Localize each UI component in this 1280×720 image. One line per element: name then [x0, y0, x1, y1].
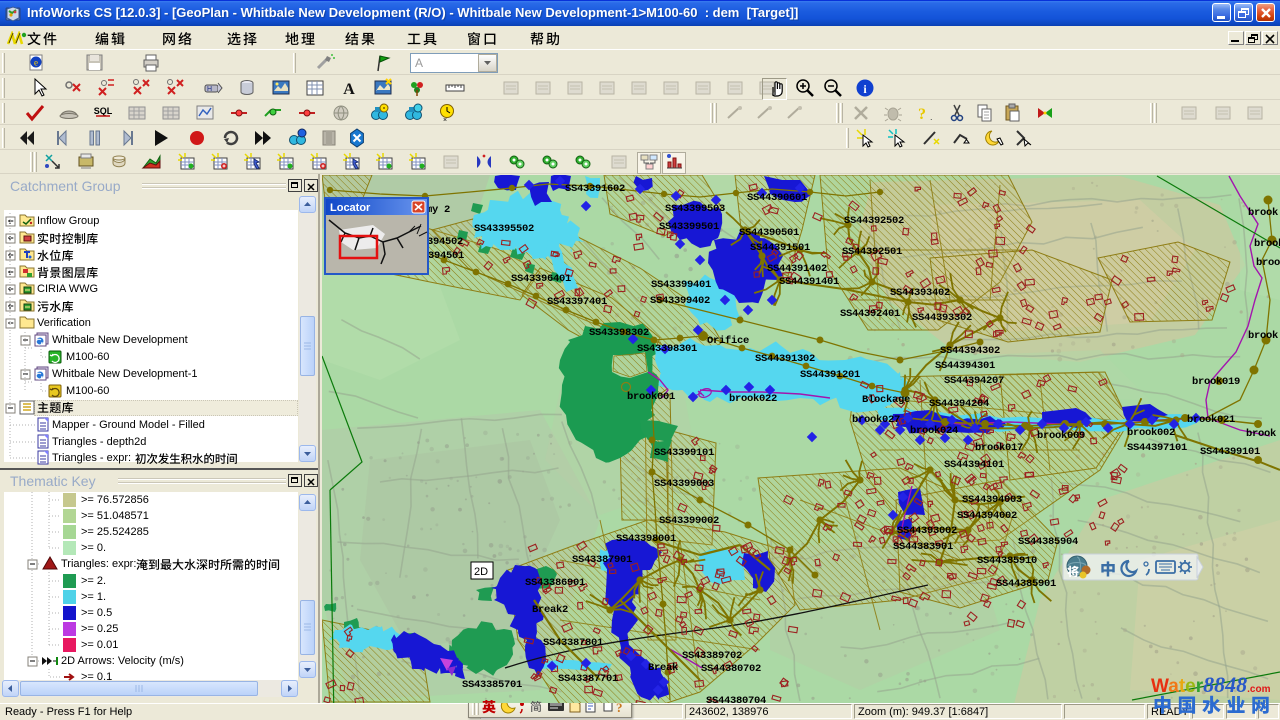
svg-text:SS44391201: SS44391201	[800, 369, 860, 381]
svg-text:SS43399501: SS43399501	[659, 221, 719, 233]
svg-text:SS44383901: SS44383901	[893, 541, 953, 553]
svg-text:SS44392502: SS44392502	[844, 215, 904, 227]
svg-text:SS44385904: SS44385904	[1018, 536, 1078, 548]
svg-text:brook019: brook019	[1192, 376, 1240, 388]
svg-text:SS44391402: SS44391402	[767, 263, 827, 275]
svg-text:brook024: brook024	[910, 425, 958, 437]
svg-text:394501: 394501	[428, 250, 464, 262]
svg-text:SS44390501: SS44390501	[739, 227, 799, 239]
svg-text:SS44394003: SS44394003	[962, 494, 1022, 506]
svg-text:SS44385910: SS44385910	[977, 555, 1037, 567]
svg-text:SS43399003: SS43399003	[654, 478, 714, 490]
svg-text:SS43399401: SS43399401	[651, 279, 711, 291]
svg-text:SS44390601: SS44390601	[747, 192, 807, 204]
svg-text:SS43399503: SS43399503	[665, 203, 725, 215]
svg-text:SS43391602: SS43391602	[565, 183, 625, 195]
svg-text:SS44385901: SS44385901	[996, 578, 1056, 590]
svg-text:A: A	[343, 81, 355, 98]
svg-text:SS44394302: SS44394302	[940, 345, 1000, 357]
svg-text:SS44393302: SS44393302	[912, 312, 972, 324]
svg-text:SS44391401: SS44391401	[779, 276, 839, 288]
svg-text:SS43399101: SS43399101	[654, 447, 714, 459]
svg-text:brook: brook	[1246, 428, 1276, 440]
svg-text:SS43385701: SS43385701	[462, 679, 522, 691]
svg-text:?: ?	[918, 106, 926, 123]
svg-text:SS43398302: SS43398302	[589, 327, 649, 339]
svg-text:SQL: SQL	[94, 106, 113, 116]
svg-text:SS44394101: SS44394101	[944, 459, 1004, 471]
svg-text:SS43389702: SS43389702	[682, 650, 742, 662]
svg-text:Locator: Locator	[330, 202, 371, 214]
svg-text:brook021: brook021	[1187, 414, 1235, 426]
svg-text:SS43395502: SS43395502	[474, 223, 534, 235]
svg-text:SS43397401: SS43397401	[547, 296, 607, 308]
svg-text:SS43399002: SS43399002	[659, 515, 719, 527]
svg-text:SS44392501: SS44392501	[842, 246, 902, 258]
svg-text:Break2: Break2	[532, 604, 568, 616]
svg-text:SS44392401: SS44392401	[840, 308, 900, 320]
svg-text:broo: broo	[1256, 257, 1280, 269]
svg-text:brook: brook	[1248, 330, 1278, 342]
svg-text:brook: brook	[1248, 207, 1278, 219]
svg-text:H: H	[207, 86, 212, 93]
svg-text:SS44380702: SS44380702	[701, 663, 761, 675]
svg-text:Blockage: Blockage	[862, 394, 910, 406]
svg-text:my 2: my 2	[426, 204, 450, 216]
svg-text:394502: 394502	[427, 236, 463, 248]
svg-text:SS44380704: SS44380704	[706, 695, 766, 703]
svg-text:SS44393002: SS44393002	[897, 525, 957, 537]
svg-text:SS44391302: SS44391302	[755, 353, 815, 365]
svg-text:SS44394207: SS44394207	[944, 375, 1004, 387]
svg-text:SS44394301: SS44394301	[935, 360, 995, 372]
svg-text:e: e	[34, 58, 38, 68]
svg-text:SS44399101: SS44399101	[1200, 446, 1260, 458]
svg-text:SS43387901: SS43387901	[572, 554, 632, 566]
svg-text:Orifice: Orifice	[707, 335, 749, 347]
svg-text:SS43387701: SS43387701	[558, 673, 618, 685]
svg-text:brook001: brook001	[627, 391, 675, 403]
svg-text:brook027: brook027	[852, 414, 900, 426]
svg-text:SS44394204: SS44394204	[929, 398, 989, 410]
svg-text:brook002: brook002	[1127, 427, 1175, 439]
svg-text:.: .	[930, 112, 933, 122]
svg-text:SS44397101: SS44397101	[1127, 442, 1187, 454]
svg-text:SS44391501: SS44391501	[750, 242, 810, 254]
svg-text:SS43386901: SS43386901	[525, 577, 585, 589]
svg-text:Break: Break	[648, 662, 678, 674]
svg-text:SS44394002: SS44394002	[957, 510, 1017, 522]
svg-text:SS43398301: SS43398301	[637, 343, 697, 355]
svg-text:brook022: brook022	[729, 393, 777, 405]
svg-text:brook: brook	[1254, 238, 1280, 250]
svg-text:SS44393402: SS44393402	[890, 287, 950, 299]
svg-text:SS43399402: SS43399402	[650, 295, 710, 307]
svg-text:brook009: brook009	[1037, 430, 1085, 442]
svg-text:SS43387801: SS43387801	[543, 637, 603, 649]
svg-text:brook017: brook017	[975, 442, 1023, 454]
svg-text:2D: 2D	[474, 566, 488, 578]
svg-text:×: ×	[443, 117, 447, 124]
svg-text:SS43398001: SS43398001	[616, 533, 676, 545]
svg-text:SS43396401: SS43396401	[511, 273, 571, 285]
